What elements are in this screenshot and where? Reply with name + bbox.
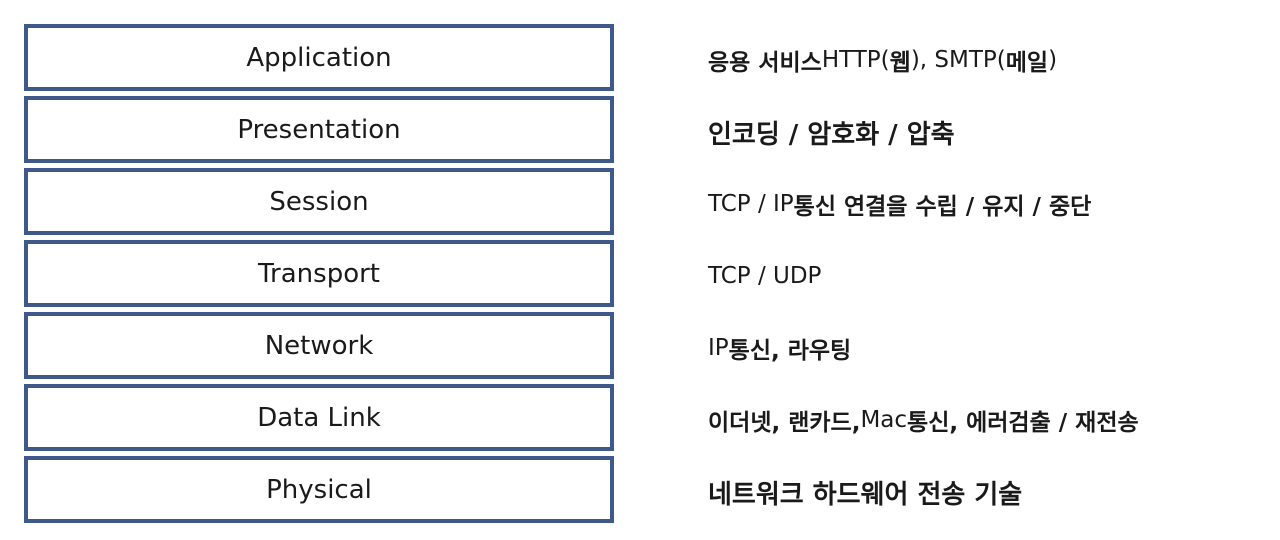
desc-bold-text: 이더넷, 랜카드,	[708, 410, 861, 436]
desc-normal-text: TCP / UDP	[708, 263, 822, 289]
osi-layer-stack: Application Presentation Session Transpo…	[24, 24, 614, 528]
layer-presentation: Presentation	[24, 96, 614, 163]
desc-normal-text: HTTP(	[821, 47, 890, 73]
desc-bold-text: 통신, 에러검출 / 재전송	[907, 410, 1139, 436]
desc-bold-text: 메일	[1005, 50, 1049, 76]
layer-label: Presentation	[237, 114, 401, 145]
desc-bold-text: 네트워크 하드웨어 전송 기술	[708, 479, 1023, 510]
layer-label: Application	[246, 42, 392, 73]
layer-network: Network	[24, 312, 614, 379]
description-transport: TCP / UDP	[708, 240, 1268, 312]
description-session: TCP / IP 통신 연결을 수립 / 유지 / 중단	[708, 168, 1268, 240]
layer-physical: Physical	[24, 456, 614, 523]
desc-bold-text: 통신, 라우팅	[728, 338, 852, 364]
desc-bold-text: 인코딩 / 암호화 / 압축	[708, 119, 955, 150]
desc-bold-text: 응용 서비스	[708, 50, 822, 76]
description-physical: 네트워크 하드웨어 전송 기술	[708, 456, 1268, 528]
layer-descriptions: 응용 서비스 HTTP(웹), SMTP(메일) 인코딩 / 암호화 / 압축 …	[708, 24, 1268, 528]
layer-label: Data Link	[257, 402, 381, 433]
layer-label: Session	[269, 186, 369, 217]
description-network: IP 통신, 라우팅	[708, 312, 1268, 384]
layer-transport: Transport	[24, 240, 614, 307]
description-application: 응용 서비스 HTTP(웹), SMTP(메일)	[708, 24, 1268, 96]
desc-normal-text: IP	[708, 335, 729, 361]
description-presentation: 인코딩 / 암호화 / 압축	[708, 96, 1268, 168]
desc-normal-text: Mac	[860, 407, 908, 433]
layer-label: Physical	[266, 474, 372, 505]
layer-label: Transport	[257, 258, 380, 289]
layer-label: Network	[264, 330, 374, 361]
desc-normal-text: ), SMTP(	[910, 47, 1006, 73]
layer-data-link: Data Link	[24, 384, 614, 451]
layer-application: Application	[24, 24, 614, 91]
desc-bold-text: 통신 연결을 수립 / 유지 / 중단	[793, 194, 1092, 220]
layer-session: Session	[24, 168, 614, 235]
desc-bold-text: 웹	[889, 50, 911, 76]
desc-normal-text: )	[1048, 47, 1058, 73]
desc-normal-text: TCP / IP	[708, 191, 794, 217]
description-data-link: 이더넷, 랜카드, Mac 통신, 에러검출 / 재전송	[708, 384, 1268, 456]
